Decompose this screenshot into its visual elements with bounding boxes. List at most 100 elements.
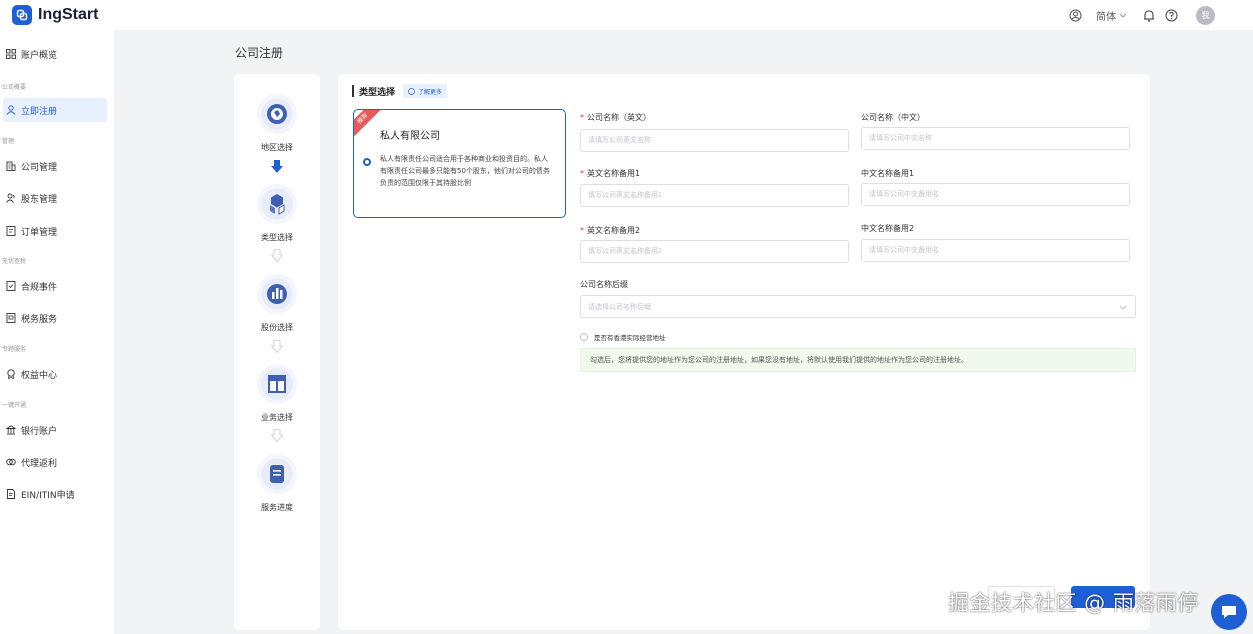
sidebar-group-label: 一键开通 [2,402,27,409]
sidebar-item-register[interactable]: 立即注册 [3,98,107,122]
arrow-down-outline-icon [268,427,286,445]
watermark-text: 掘金技术社区 @ 雨落雨停 [948,591,1199,615]
sidebar-item-label: 合规事件 [21,282,58,293]
alt-en-2-label: * 英文名称备用2 [580,226,641,235]
company-suffix-select[interactable]: 请选择公司名称后缀 [580,295,1136,318]
section-title: 类型选择 [359,87,396,98]
bank-icon [6,425,16,435]
suffix-placeholder: 请选择公司名称后缀 [588,302,651,311]
rebate-icon [6,458,16,466]
chevron-down-icon [1119,305,1127,310]
arrow-down-outline-icon [268,338,286,356]
building-icon [6,161,16,171]
sidebar-item-label: 公司管理 [21,162,58,173]
step-label: 类型选择 [261,233,293,242]
sidebar-item-label: 代理返利 [21,458,58,469]
sidebar-group-label: 公司概要 [2,84,27,91]
name-cn-label: 公司名称（中文） [861,113,925,122]
sidebar-item-orders[interactable]: 订单管理 [3,219,107,243]
alt-name-cn-1-input[interactable] [861,183,1130,206]
step-business[interactable]: 业务选择 [234,364,320,423]
top-bar: IngStart 简体 我 [0,0,1253,30]
app-logo[interactable]: IngStart [12,5,98,25]
chevron-down-icon [1119,13,1127,18]
language-select[interactable]: 简体 [1096,8,1127,23]
alt-cn-1-label: 中文名称备用1 [861,169,915,178]
help-icon [408,87,415,95]
sidebar-group-label: 管理 [2,138,15,145]
language-label: 简体 [1096,11,1116,23]
sidebar-item-label: 权益中心 [21,370,58,381]
alt-name-en-1-input[interactable] [580,184,849,207]
checkbox-circle[interactable] [580,333,588,341]
sidebar-item-company[interactable]: 公司管理 [3,154,107,178]
hk-address-label: 是否有香港实际经营地址 [594,334,666,342]
arrow-down-icon [268,158,286,176]
clipboard-icon [257,454,297,494]
step-label: 股份选择 [261,323,293,332]
step-type[interactable]: 类型选择 [234,184,320,243]
company-type-radio[interactable] [363,158,371,166]
sidebar-item-label: EIN/ITIN申请 [21,490,75,501]
sidebar-item-label: 立即注册 [21,106,58,117]
sidebar-item-tax[interactable]: 税务服务 [3,306,107,330]
learn-more-button[interactable]: 了解更多 [403,84,448,98]
company-type-card[interactable]: 推荐 私人有限公司 私人有限责任公司适合用于各种商业和投资目的。私人有限责任公司… [353,109,566,218]
cubes-icon [257,184,297,224]
sidebar-group-label: 无忧查税 [2,258,27,265]
step-label: 地区选择 [261,143,293,152]
company-type-description: 私人有限责任公司适合用于各种商业和投资目的。私人有限责任公司最多只能有50个股东… [380,155,550,187]
sidebar-item-bank[interactable]: 银行账户 [3,418,107,442]
sidebar-item-label: 股东管理 [21,194,58,205]
name-en-label: * 公司名称（英文） [580,113,651,122]
step-progress: 地区选择 类型选择 股份选择 业务选择 服务进度 [234,74,320,630]
alt-name-en-2-input[interactable] [580,240,849,263]
avatar[interactable]: 我 [1196,5,1215,25]
hk-address-checkbox[interactable]: 是否有香港实际经营地址 [580,332,666,342]
document-icon [7,489,15,499]
step-label: 服务进度 [261,503,293,512]
bell-icon[interactable] [1143,9,1155,22]
order-icon [6,226,16,236]
logo-mark-icon [12,5,32,25]
sidebar-item-label: 订单管理 [21,227,58,238]
shareholder-icon [6,193,15,203]
sidebar-item-shareholders[interactable]: 股东管理 [3,186,107,210]
sidebar-group-label: 专题服务 [2,346,27,353]
grid-icon [6,49,16,59]
sidebar-item-label: 税务服务 [21,314,58,325]
address-tip-banner: 勾选后，您将提供您的地址作为您公司的注册地址，如果您没有地址，将默认使用我们提供… [580,348,1136,372]
section-header: 类型选择 了解更多 [352,84,448,98]
step-shares[interactable]: 股份选择 [234,274,320,333]
sidebar: 账户概览 公司概要 立即注册 管理 公司管理 股东管理 订单管理 无忧查税 合规… [0,30,114,634]
sidebar-item-rebate[interactable]: 代理返利 [3,450,107,474]
step-progress-service[interactable]: 服务进度 [234,454,320,513]
sidebar-item-compliance[interactable]: 合规事件 [3,274,107,298]
alt-name-cn-2-input[interactable] [861,239,1130,262]
sidebar-item-label: 账户概览 [21,50,58,61]
company-type-title: 私人有限公司 [380,131,440,142]
chat-icon [1222,606,1236,619]
globe-icon [257,94,297,134]
sidebar-item-benefits[interactable]: 权益中心 [3,362,107,386]
suffix-label: 公司名称后缀 [580,280,628,289]
sidebar-item-label: 银行账户 [21,426,58,437]
app-name: IngStart [38,6,99,23]
layout-icon [257,364,297,404]
sidebar-item-ein-itin[interactable]: EIN/ITIN申请 [3,482,107,506]
learn-more-label: 了解更多 [418,88,443,96]
compliance-icon [6,281,16,291]
sidebar-item-overview[interactable]: 账户概览 [3,42,107,66]
step-label: 业务选择 [261,413,293,422]
alt-cn-2-label: 中文名称备用2 [861,224,915,233]
chat-support-button[interactable] [1211,594,1247,630]
company-name-cn-input[interactable] [861,127,1130,150]
company-name-en-input[interactable] [580,129,849,152]
bar-chart-icon [257,274,297,314]
alt-en-1-label: * 英文名称备用1 [580,169,641,178]
help-icon[interactable] [1165,9,1178,22]
registration-form-panel: 类型选择 了解更多 推荐 私人有限公司 私人有限责任公司适合用于各种商业和投资目… [338,74,1150,630]
step-region[interactable]: 地区选择 [234,94,320,153]
arrow-down-outline-icon [268,247,286,265]
user-center-icon[interactable] [1069,9,1082,22]
